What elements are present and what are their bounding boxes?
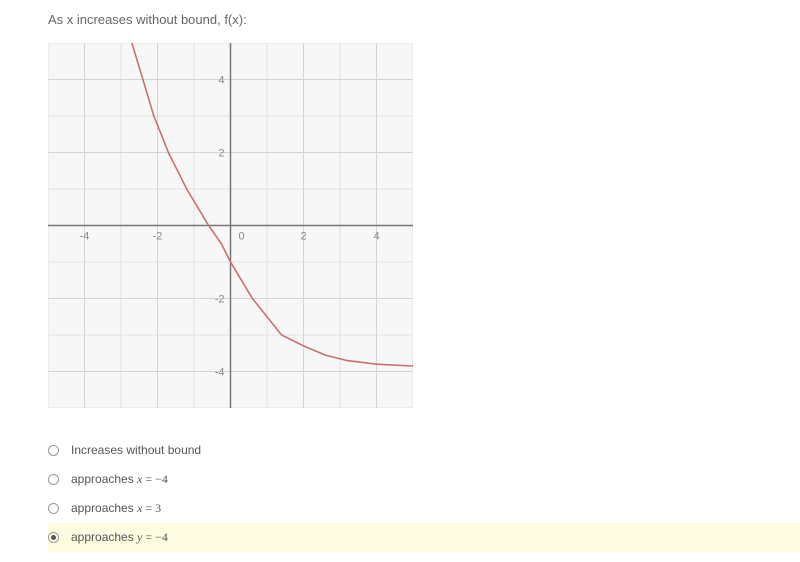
option-1[interactable]: approaches x=−4	[48, 465, 800, 494]
function-graph: -4 -2 0 2 4 4 2 -2 -4	[48, 43, 413, 408]
option-label: approaches x=3	[71, 501, 161, 516]
option-label: Increases without bound	[71, 443, 207, 458]
svg-text:-2: -2	[215, 294, 225, 306]
option-0[interactable]: Increases without bound	[48, 436, 800, 465]
svg-text:-4: -4	[215, 367, 225, 379]
option-label: approaches x=−4	[71, 472, 168, 487]
radio-icon	[48, 445, 59, 456]
option-label: approaches y=−4	[71, 530, 168, 545]
svg-text:4: 4	[373, 231, 379, 243]
options-group: Increases without bound approaches x=−4 …	[48, 436, 800, 552]
radio-icon	[48, 474, 59, 485]
svg-text:4: 4	[218, 75, 224, 87]
svg-text:-2: -2	[153, 231, 163, 243]
chart-container: -4 -2 0 2 4 4 2 -2 -4	[48, 43, 413, 408]
svg-text:0: 0	[239, 231, 245, 243]
option-3[interactable]: approaches y=−4	[48, 523, 800, 552]
svg-text:-4: -4	[80, 231, 90, 243]
radio-icon	[48, 503, 59, 514]
svg-text:2: 2	[218, 148, 224, 160]
radio-icon	[48, 532, 59, 543]
question-text: As x increases without bound, f(x):	[48, 12, 800, 27]
option-2[interactable]: approaches x=3	[48, 494, 800, 523]
svg-text:2: 2	[300, 231, 306, 243]
